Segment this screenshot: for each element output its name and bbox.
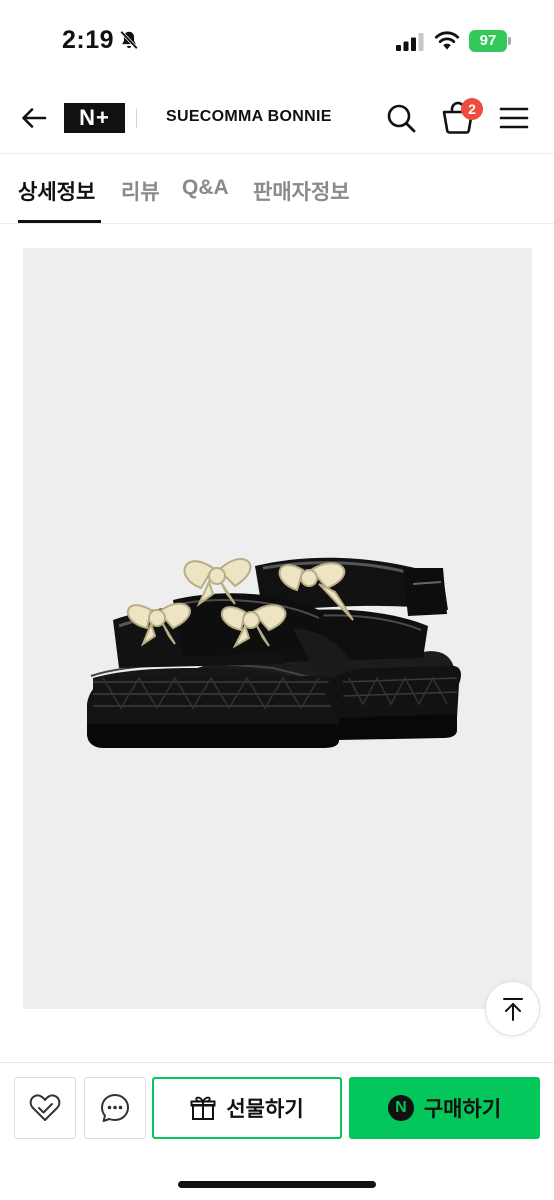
product-image[interactable]	[23, 248, 532, 1009]
product-tabs: 상세정보 리뷰 Q&A 판매자정보	[0, 155, 554, 224]
bottom-action-bar: 선물하기 N 구매하기	[0, 1062, 554, 1200]
cart-count-badge: 2	[461, 98, 483, 120]
logo-divider	[136, 108, 137, 128]
search-icon[interactable]	[385, 102, 417, 134]
battery-indicator: 97	[469, 30, 511, 52]
wishlist-button[interactable]	[14, 1077, 76, 1139]
sandals-illustration	[87, 557, 461, 748]
back-arrow-icon[interactable]	[18, 102, 50, 134]
scroll-top-button[interactable]	[485, 981, 540, 1036]
menu-icon[interactable]	[499, 103, 529, 133]
tab-seller-info[interactable]: 판매자정보	[253, 176, 350, 206]
chat-button[interactable]	[84, 1077, 146, 1139]
gift-button[interactable]: 선물하기	[152, 1077, 342, 1139]
chat-icon	[101, 1094, 129, 1122]
tab-reviews[interactable]: 리뷰	[121, 176, 160, 206]
battery-cap	[508, 37, 511, 45]
tab-qna[interactable]: Q&A	[182, 176, 229, 200]
buy-button-label: 구매하기	[423, 1098, 502, 1121]
bell-slash-icon	[120, 30, 138, 50]
app-header: N+ SUECOMMA BONNIE 2	[0, 84, 554, 154]
status-bar: 2:19 97	[0, 0, 554, 84]
store-name[interactable]: SUECOMMA BONNIE	[166, 108, 332, 126]
gift-icon	[190, 1096, 216, 1120]
naver-plus-logo[interactable]: N+	[64, 103, 125, 133]
platform-soles	[87, 666, 461, 748]
status-time: 2:19	[62, 26, 115, 54]
heart-check-icon	[29, 1094, 61, 1121]
active-tab-indicator	[18, 220, 101, 223]
signal-icon	[396, 33, 424, 51]
gift-button-label: 선물하기	[226, 1098, 304, 1121]
home-indicator	[178, 1181, 376, 1188]
scroll-top-icon	[502, 997, 523, 1021]
buy-button[interactable]: N 구매하기	[349, 1077, 540, 1139]
naver-pay-icon: N	[387, 1095, 414, 1121]
tab-details[interactable]: 상세정보	[18, 176, 95, 206]
battery-level: 97	[469, 30, 507, 52]
wifi-icon	[434, 31, 460, 50]
